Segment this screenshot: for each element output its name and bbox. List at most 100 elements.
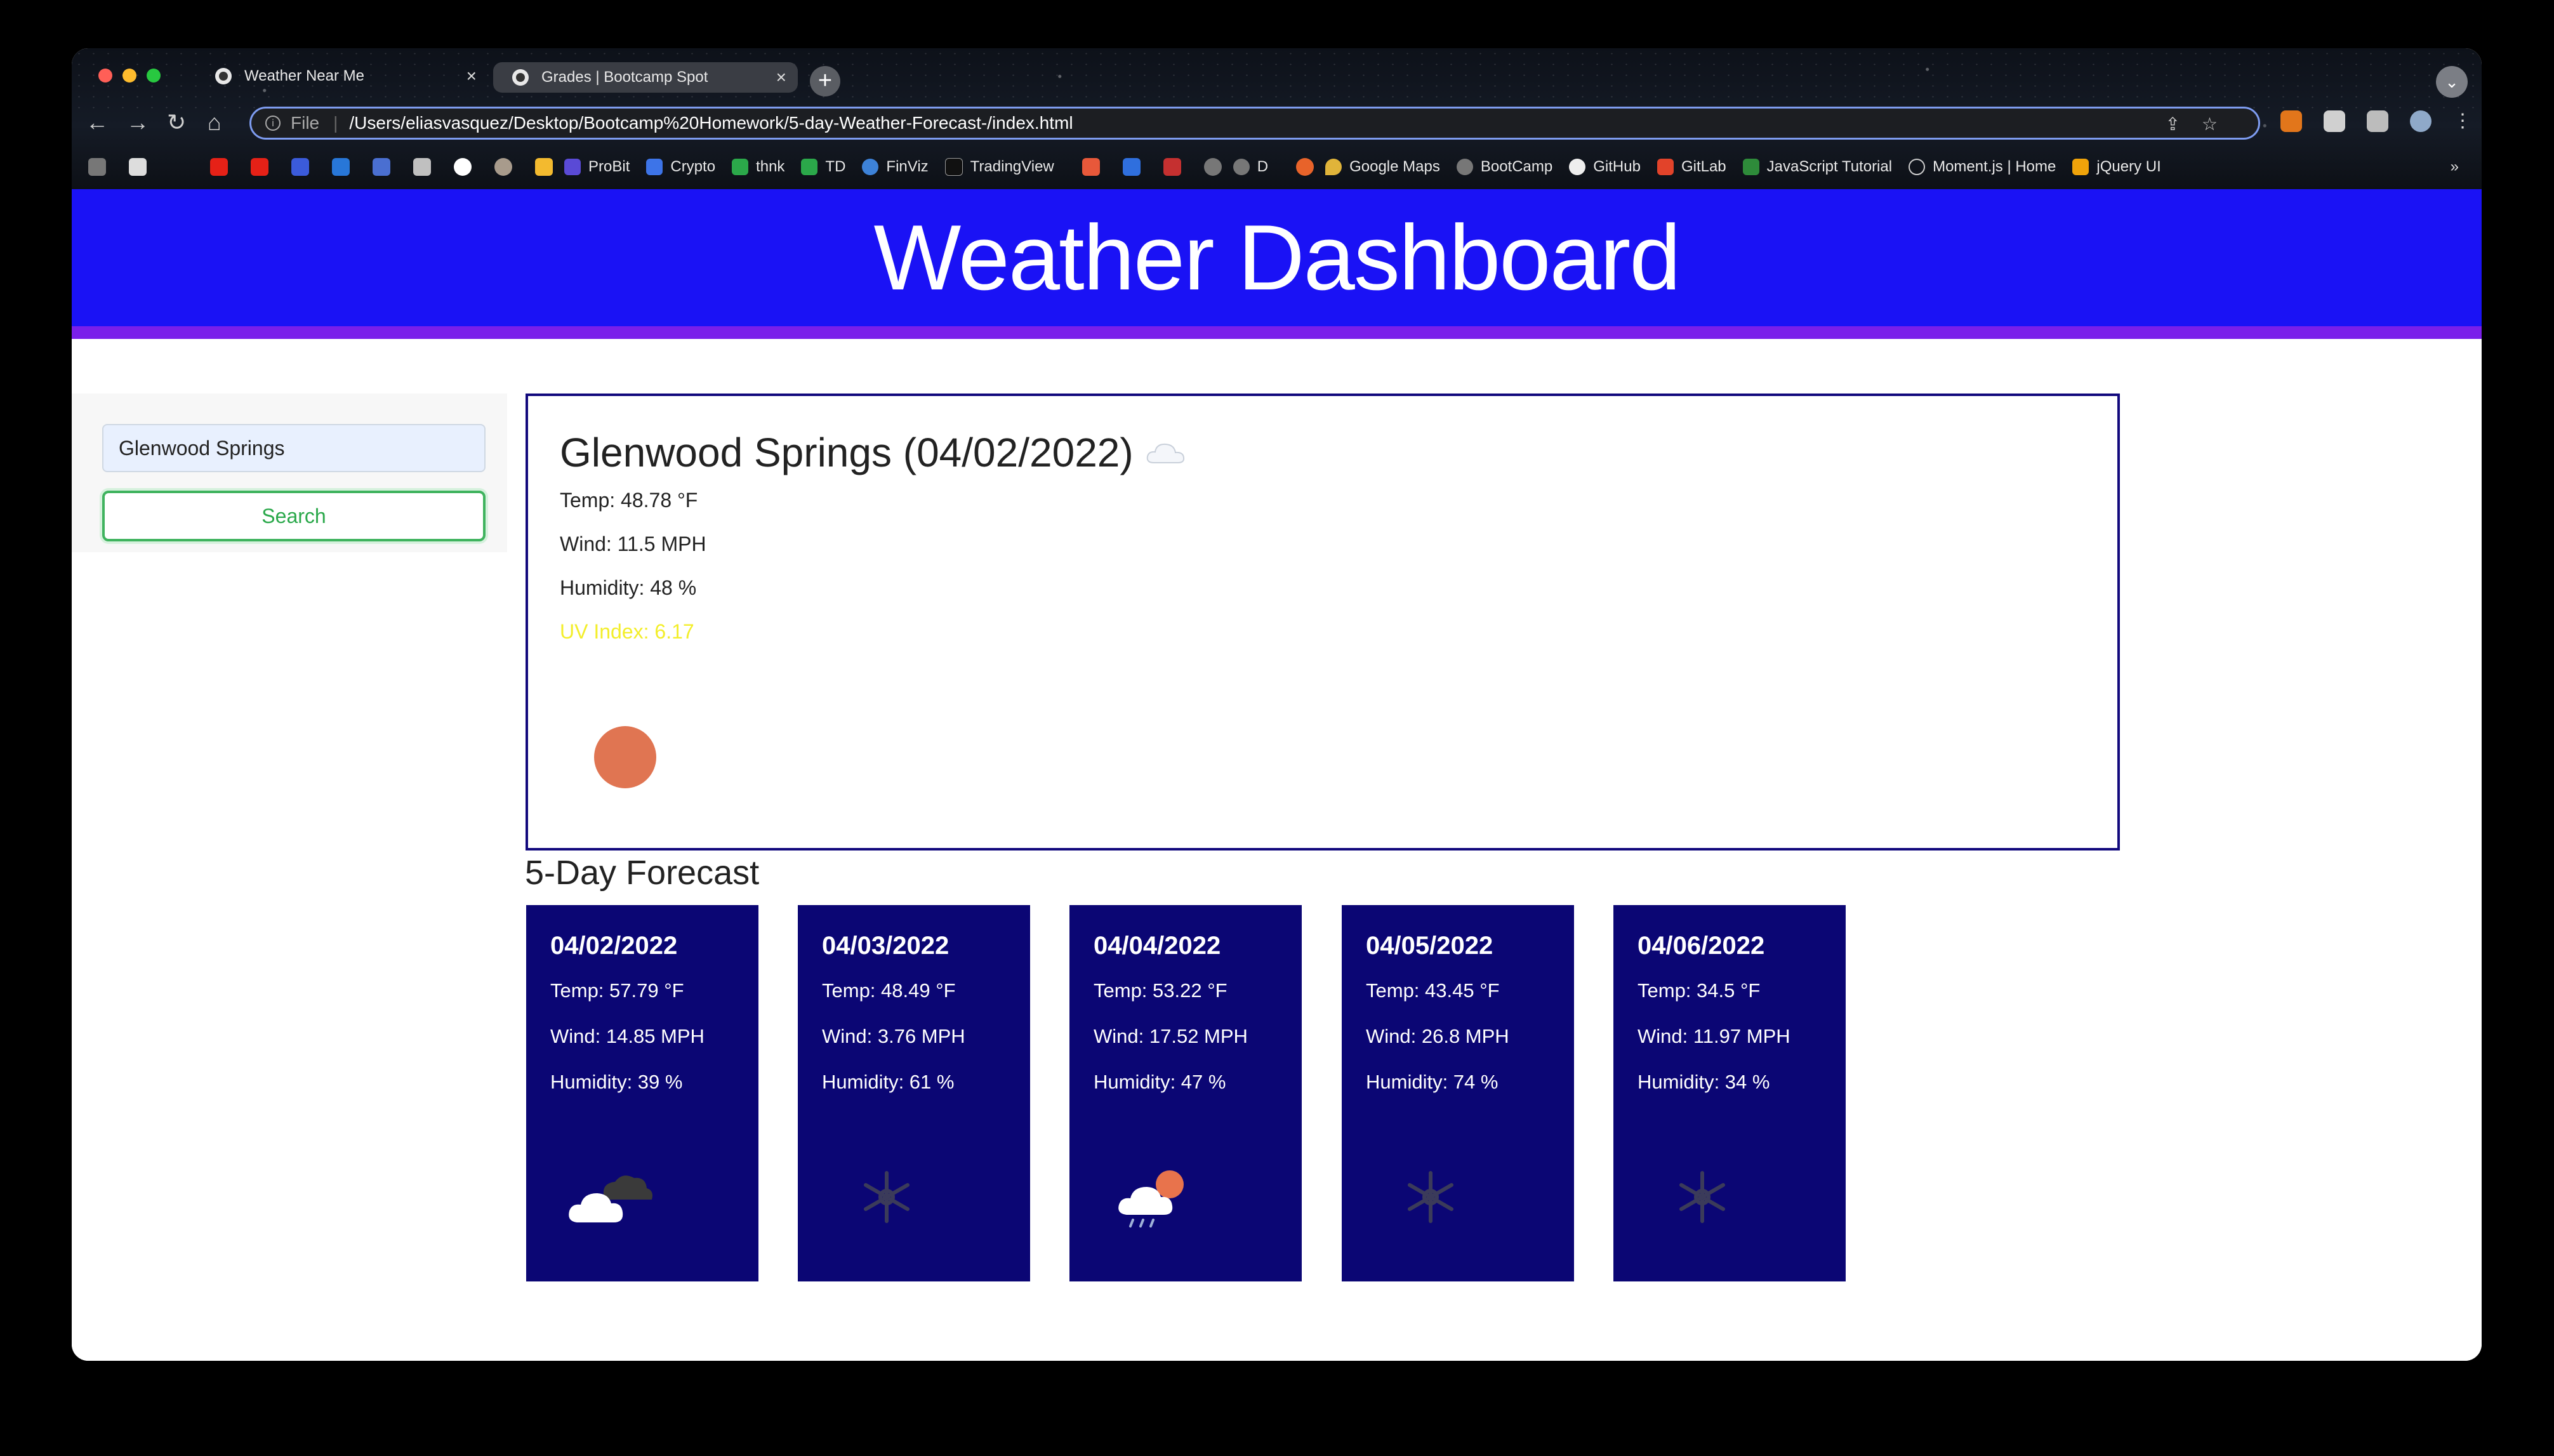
current-temp: Temp: 48.78 °F: [560, 489, 698, 512]
forecast-date: 04/05/2022: [1366, 932, 1493, 960]
minimize-window-button[interactable]: [122, 69, 136, 83]
bookmark-app-icon[interactable]: [494, 158, 512, 176]
current-uv-index: UV Index: 6.17: [560, 620, 694, 643]
bookmark-youtube-icon[interactable]: [210, 158, 228, 176]
bookmark-crypto[interactable]: Crypto: [670, 158, 715, 176]
forecast-temp: Temp: 53.22 °F: [1094, 979, 1227, 1002]
bookmark-d[interactable]: D: [1257, 158, 1268, 176]
puzzle-icon[interactable]: [2324, 110, 2345, 132]
address-scheme-label: File: [291, 113, 320, 133]
jquery-icon: [2072, 159, 2089, 175]
share-and-star-icons[interactable]: ⇪☆: [2165, 114, 2239, 135]
bookmark-music-icon[interactable]: [413, 158, 431, 176]
forecast-humidity: Humidity: 47 %: [1094, 1071, 1226, 1093]
page-title: Weather Dashboard: [873, 206, 1681, 309]
bookmark-bootcamp[interactable]: BootCamp: [1481, 158, 1552, 176]
bookmark-wt-icon[interactable]: [1163, 158, 1181, 176]
bookmark-youtube-icon[interactable]: [251, 158, 268, 176]
map-pin-icon: [1325, 159, 1342, 175]
close-tab-icon[interactable]: ×: [466, 66, 477, 86]
info-icon[interactable]: i: [265, 116, 281, 131]
metamask-icon[interactable]: [2280, 110, 2302, 132]
bookmark-bank-icon[interactable]: [373, 158, 390, 176]
forecast-wind: Wind: 14.85 MPH: [550, 1025, 705, 1047]
bookmark-finviz[interactable]: FinViz: [886, 158, 928, 176]
bookmark-globe-icon[interactable]: [1203, 158, 1222, 176]
city-search-input[interactable]: [102, 424, 486, 472]
bookmark-app-icon[interactable]: [291, 158, 309, 176]
forecast-date: 04/04/2022: [1094, 932, 1221, 960]
page-content: Weather Dashboard Search Glenwood Spring…: [72, 189, 2482, 1361]
close-window-button[interactable]: [98, 69, 112, 83]
tab-bootcamp-grades[interactable]: Grades | Bootcamp Spot ×: [493, 62, 798, 93]
globe-icon: [1233, 159, 1250, 175]
more-bookmarks-icon[interactable]: »: [2451, 158, 2459, 176]
bookmark-tradingview[interactable]: TradingView: [970, 158, 1054, 176]
tab-search-chevron-icon[interactable]: ⌄: [2436, 66, 2468, 98]
globe-icon: [215, 68, 232, 84]
bookmark-blank-icon: [169, 158, 187, 176]
side-panel-icon[interactable]: [2367, 110, 2388, 132]
crypto-icon: [646, 159, 663, 175]
forecast-card: 04/03/2022 Temp: 48.49 °F Wind: 3.76 MPH…: [798, 905, 1030, 1281]
bookmark-paypal-icon[interactable]: [332, 158, 350, 176]
bookmark-jquery-ui[interactable]: jQuery UI: [2096, 158, 2160, 176]
forward-arrow-icon[interactable]: →: [126, 109, 149, 136]
bookmark-app-icon[interactable]: [1122, 158, 1141, 176]
search-sidebar: Search: [72, 394, 507, 552]
kebab-menu-icon[interactable]: ⋮: [2453, 110, 2475, 132]
address-url[interactable]: /Users/eliasvasquez/Desktop/Bootcamp%20H…: [349, 113, 1073, 133]
home-icon[interactable]: ⌂: [208, 109, 222, 136]
forecast-card: 04/05/2022 Temp: 43.45 °F Wind: 26.8 MPH…: [1342, 905, 1574, 1281]
forecast-card: 04/02/2022 Temp: 57.79 °F Wind: 14.85 MP…: [526, 905, 758, 1281]
forecast-temp: Temp: 34.5 °F: [1638, 979, 1761, 1002]
bookmark-gitlab[interactable]: GitLab: [1681, 158, 1726, 176]
close-tab-icon[interactable]: ×: [776, 67, 786, 88]
tab-weather-near-me[interactable]: Weather Near Me ×: [196, 60, 488, 93]
forecast-temp: Temp: 43.45 °F: [1366, 979, 1500, 1002]
td-icon: [732, 159, 749, 175]
address-separator: |: [333, 113, 338, 133]
globe-icon: [1456, 159, 1473, 175]
bookmark-google-maps[interactable]: Google Maps: [1349, 158, 1440, 176]
bookmark-binance-icon[interactable]: [535, 158, 553, 176]
snow-icon: [1651, 1158, 1753, 1234]
forecast-date: 04/02/2022: [550, 932, 678, 960]
forecast-humidity: Humidity: 39 %: [550, 1071, 683, 1093]
search-button[interactable]: Search: [102, 491, 486, 541]
bookmark-github[interactable]: GitHub: [1593, 158, 1641, 176]
w3schools-icon: [1742, 159, 1759, 175]
snow-icon: [1380, 1158, 1481, 1234]
sun-rain-icon: [1108, 1158, 1209, 1234]
bookmark-app-icon[interactable]: [1296, 158, 1314, 176]
uv-indicator-dot: [594, 726, 656, 788]
page-header: Weather Dashboard: [72, 189, 2482, 339]
broken-clouds-icon: [564, 1158, 666, 1234]
bookmark-td[interactable]: TD: [825, 158, 845, 176]
forecast-temp: Temp: 57.79 °F: [550, 979, 684, 1002]
reload-icon[interactable]: ↻: [167, 109, 186, 136]
bookmark-swoosh-icon[interactable]: [129, 158, 147, 176]
bookmark-app-icon[interactable]: [1082, 158, 1100, 176]
globe-icon: [512, 69, 529, 86]
bookmark-javascript-tutorial[interactable]: JavaScript Tutorial: [1767, 158, 1892, 176]
current-weather-heading: Glenwood Springs (04/02/2022): [560, 429, 2086, 476]
forecast-title: 5-Day Forecast: [525, 854, 760, 892]
finviz-icon: [862, 159, 879, 175]
bookmark-google-icon[interactable]: [454, 158, 472, 176]
forecast-wind: Wind: 11.97 MPH: [1638, 1025, 1790, 1047]
bookmark-thnk[interactable]: thnk: [756, 158, 784, 176]
snow-icon: [836, 1158, 937, 1234]
forecast-humidity: Humidity: 74 %: [1366, 1071, 1499, 1093]
maximize-window-button[interactable]: [147, 69, 161, 83]
new-tab-button[interactable]: +: [810, 66, 840, 96]
tradingview-icon: [944, 158, 963, 176]
bookmark-momentjs[interactable]: Moment.js | Home: [1933, 158, 2056, 176]
bookmark-globe-icon[interactable]: [88, 158, 106, 176]
avatar[interactable]: [2410, 110, 2432, 132]
bookmark-probit[interactable]: ProBit: [588, 158, 630, 176]
back-arrow-icon[interactable]: ←: [86, 109, 109, 136]
current-city-date: Glenwood Springs (04/02/2022): [560, 430, 1134, 475]
github-icon: [1569, 159, 1586, 175]
address-bar[interactable]: i File | /Users/eliasvasquez/Desktop/Boo…: [249, 107, 2260, 140]
